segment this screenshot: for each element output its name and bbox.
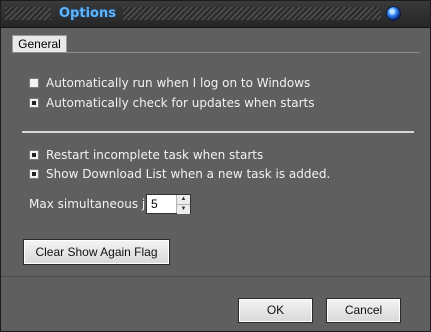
stepper-arrows: ▲ ▼ xyxy=(176,195,190,214)
autorun-checkbox[interactable] xyxy=(29,78,39,88)
title-decoration-right xyxy=(123,7,381,20)
close-orb-icon[interactable] xyxy=(386,6,401,21)
check-updates-checkbox[interactable] xyxy=(29,98,39,108)
section-separator xyxy=(22,131,414,133)
tab-general[interactable]: General xyxy=(12,35,67,53)
tab-divider xyxy=(12,52,420,53)
stepper-up-icon[interactable]: ▲ xyxy=(177,195,190,205)
clear-show-again-flag-button[interactable]: Clear Show Again Flag xyxy=(23,239,170,265)
title-decoration-left xyxy=(5,7,51,20)
cancel-button[interactable]: Cancel xyxy=(326,298,401,323)
option-show-download-list[interactable]: Show Download List when a new task is ad… xyxy=(29,167,330,181)
max-jobs-stepper[interactable]: 5 ▲ ▼ xyxy=(146,194,191,214)
stepper-down-icon[interactable]: ▼ xyxy=(177,205,190,214)
ok-button[interactable]: OK xyxy=(238,298,313,323)
max-jobs-value[interactable]: 5 xyxy=(147,195,176,213)
restart-incomplete-label: Restart incomplete task when starts xyxy=(46,148,264,162)
show-download-list-label: Show Download List when a new task is ad… xyxy=(46,167,331,181)
autorun-label: Automatically run when I log on to Windo… xyxy=(46,76,311,90)
restart-incomplete-checkbox[interactable] xyxy=(29,150,39,160)
option-autorun[interactable]: Automatically run when I log on to Windo… xyxy=(29,76,310,90)
check-updates-label: Automatically check for updates when sta… xyxy=(46,96,315,110)
option-check-updates[interactable]: Automatically check for updates when sta… xyxy=(29,96,315,110)
window-title: Options xyxy=(59,6,116,21)
show-download-list-checkbox[interactable] xyxy=(29,169,39,179)
options-window: Options General Automatically run when I… xyxy=(0,0,431,332)
title-bar[interactable]: Options xyxy=(1,1,430,28)
option-restart-incomplete[interactable]: Restart incomplete task when starts xyxy=(29,148,263,162)
footer-divider xyxy=(1,276,430,277)
